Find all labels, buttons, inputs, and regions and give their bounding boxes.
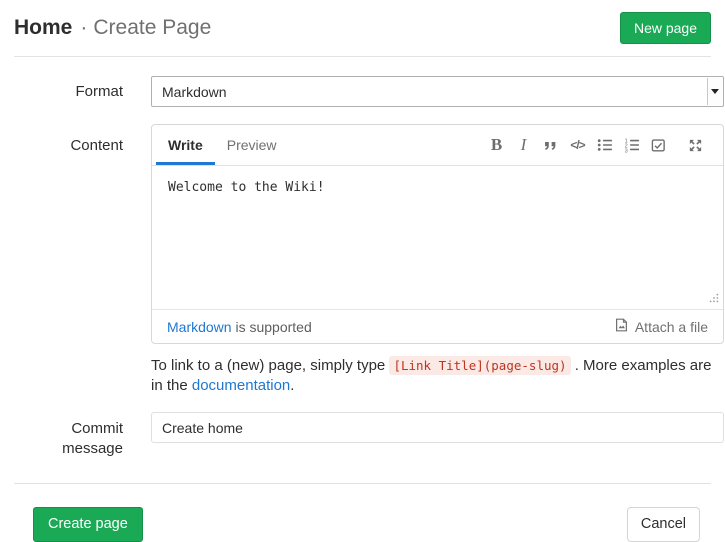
- content-textarea[interactable]: Welcome to the Wiki!: [152, 166, 723, 309]
- commit-message-label: Commit message: [14, 412, 123, 459]
- blockquote-icon[interactable]: [537, 125, 564, 166]
- italic-icon[interactable]: I: [510, 125, 537, 166]
- page-title-action: Create Page: [93, 16, 211, 39]
- tab-write[interactable]: Write: [156, 125, 215, 165]
- help-text-before: To link to a (new) page, simply type: [151, 357, 389, 374]
- format-label: Format: [14, 76, 123, 107]
- numbered-list-icon[interactable]: 1 2 3: [618, 125, 645, 166]
- page-header: Home · Create Page New page: [14, 0, 711, 57]
- markdown-help-link[interactable]: Markdown: [167, 319, 232, 335]
- editor-toolbar: B I </>: [483, 125, 709, 165]
- bold-icon[interactable]: B: [483, 125, 510, 166]
- page-title: Home · Create Page: [14, 16, 211, 40]
- cancel-button[interactable]: Cancel: [627, 507, 700, 542]
- editor-tab-bar: Write Preview B I </>: [152, 125, 723, 166]
- new-page-button[interactable]: New page: [620, 12, 711, 44]
- code-icon[interactable]: </>: [564, 125, 591, 166]
- wiki-create-page: Home · Create Page New page Format Markdow…: [0, 0, 725, 542]
- content-row: Content Write Preview B I: [14, 124, 711, 344]
- commit-message-row: Commit message: [14, 412, 711, 459]
- link-syntax-code: [Link Title](page-slug): [389, 356, 570, 375]
- wiki-help-text: To link to a (new) page, simply type [Li…: [151, 356, 724, 396]
- fullscreen-icon[interactable]: [682, 125, 709, 166]
- editor-textarea-wrap: Welcome to the Wiki!: [152, 166, 723, 309]
- tab-preview[interactable]: Preview: [215, 125, 289, 165]
- commit-message-input[interactable]: [151, 412, 724, 443]
- task-list-icon[interactable]: [645, 125, 672, 166]
- svg-text:3: 3: [624, 148, 627, 153]
- attach-file-label: Attach a file: [635, 319, 708, 335]
- create-page-button[interactable]: Create page: [33, 507, 143, 542]
- bullet-list-icon[interactable]: [591, 125, 618, 166]
- supported-text: is supported: [232, 319, 312, 335]
- page-title-name: Home: [14, 16, 72, 39]
- documentation-link[interactable]: documentation: [192, 377, 290, 394]
- attach-file-icon: [614, 317, 629, 336]
- format-select[interactable]: Markdown: [151, 76, 724, 107]
- help-text-period: .: [290, 377, 294, 394]
- markdown-supported-note: Markdown is supported: [167, 319, 312, 335]
- format-row: Format Markdown: [14, 76, 711, 107]
- format-select-wrap: Markdown: [151, 76, 724, 107]
- title-separator: ·: [80, 16, 87, 39]
- content-label: Content: [14, 124, 123, 344]
- form-actions: Create page Cancel: [14, 483, 711, 542]
- attach-file-button[interactable]: Attach a file: [614, 317, 708, 336]
- markdown-editor: Write Preview B I </>: [151, 124, 724, 344]
- resize-grip-icon[interactable]: [709, 290, 719, 306]
- editor-footer: Markdown is supported Attach a file: [152, 309, 723, 343]
